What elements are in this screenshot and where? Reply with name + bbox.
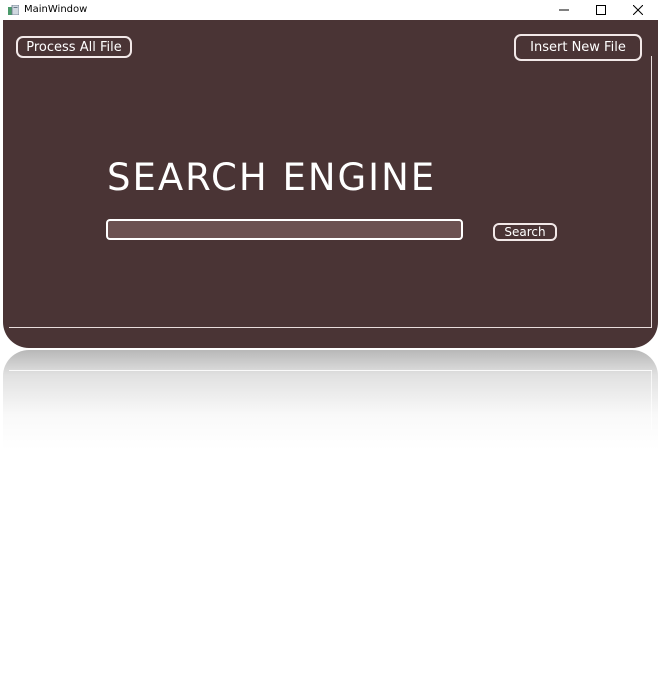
reflection-divider — [9, 370, 652, 371]
insert-new-file-button[interactable]: Insert New File — [514, 34, 642, 61]
title-bar: MainWindow — [0, 0, 661, 20]
search-input[interactable] — [106, 219, 463, 240]
minimize-button[interactable] — [546, 0, 582, 20]
panel-divider-bottom — [9, 327, 652, 328]
panel-reflection — [3, 350, 658, 450]
maximize-button[interactable] — [583, 0, 619, 20]
window-title: MainWindow — [24, 4, 88, 15]
app-icon — [8, 5, 19, 15]
panel-divider-right — [651, 56, 652, 328]
process-all-file-button[interactable]: Process All File — [16, 36, 132, 58]
maximize-icon — [596, 5, 606, 15]
close-button[interactable] — [620, 0, 656, 20]
close-icon — [633, 5, 643, 15]
search-button[interactable]: Search — [493, 223, 557, 241]
minimize-icon — [559, 9, 569, 11]
reflection-divider-right — [651, 370, 652, 430]
page-title: SEARCH ENGINE — [107, 156, 437, 199]
main-panel: Process All File Insert New File SEARCH … — [3, 20, 658, 348]
